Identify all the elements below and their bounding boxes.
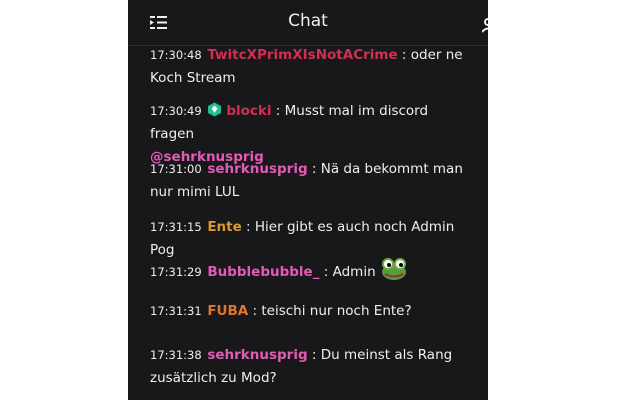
- moderator-badge-icon[interactable]: [207, 102, 222, 117]
- message-username[interactable]: blocki: [226, 103, 271, 119]
- chat-message: 17:30:48 TwitcXPrimXIsNotACrime : oder n…: [150, 44, 476, 90]
- message-timestamp: 17:30:48: [150, 48, 206, 62]
- message-timestamp: 17:31:29: [150, 265, 206, 279]
- chat-message: 17:31:38 sehrknusprig : Du meinst als Ra…: [150, 344, 476, 390]
- message-username[interactable]: sehrknusprig: [207, 161, 307, 177]
- chat-message: 17:31:29 Bubblebubble_ : Admin: [150, 256, 476, 284]
- chat-message: 17:31:00 sehrknusprig : Nä da bekommt ma…: [150, 158, 476, 204]
- message-timestamp: 17:31:15: [150, 220, 206, 234]
- chat-message: 17:31:31 FUBA : teischi nur noch Ente?: [150, 300, 476, 323]
- message-username[interactable]: TwitcXPrimXIsNotACrime: [207, 47, 397, 63]
- users-list-button[interactable]: [481, 14, 488, 34]
- chat-panel: Chat 17:30:48 TwitcXPrimXIsNotACrime : o…: [128, 0, 488, 400]
- chat-header: Chat: [128, 0, 488, 46]
- message-username[interactable]: sehrknusprig: [207, 347, 307, 363]
- message-text: : teischi nur noch Ente?: [248, 303, 412, 319]
- message-timestamp: 17:31:00: [150, 162, 206, 176]
- message-timestamp: 17:30:49: [150, 104, 206, 118]
- users-icon: [481, 18, 488, 33]
- frog-emote-icon[interactable]: [379, 256, 409, 282]
- message-username[interactable]: Ente: [207, 219, 241, 235]
- message-text: : Admin: [319, 264, 376, 280]
- chat-title: Chat: [288, 11, 328, 31]
- message-timestamp: 17:31:31: [150, 304, 206, 318]
- message-username[interactable]: Bubblebubble_: [207, 264, 319, 280]
- message-timestamp: 17:31:38: [150, 348, 206, 362]
- message-username[interactable]: FUBA: [207, 303, 248, 319]
